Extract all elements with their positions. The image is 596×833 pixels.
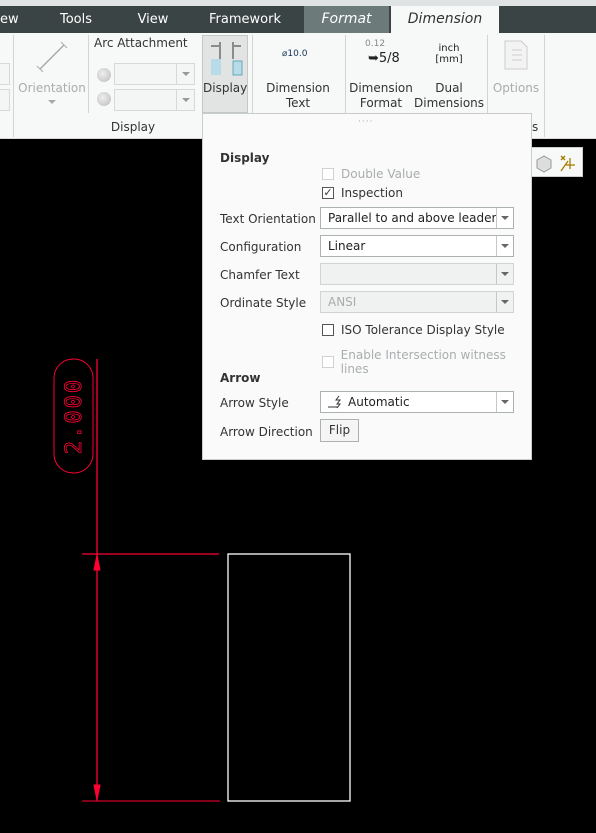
tab-review[interactable]: ew bbox=[0, 6, 19, 33]
dimension-format-icon: 0.12 bbox=[365, 39, 386, 49]
ribbon-tab-bar: ew Tools View Framework Format Dimension bbox=[0, 6, 596, 33]
tab-view[interactable]: View bbox=[128, 6, 178, 33]
fraction-icon: ➥5/8 bbox=[368, 51, 400, 66]
intersection-witness-checkbox[interactable]: Enable Intersection witness lines bbox=[322, 348, 531, 376]
text-orientation-label: Text Orientation bbox=[220, 212, 316, 226]
display-options-panel: ···· Display Double Value ✓ Inspection Te… bbox=[202, 113, 532, 460]
dual-dimensions-button[interactable]: Dual Dimensions bbox=[414, 81, 484, 111]
group-label-partial: s bbox=[532, 120, 539, 134]
dimension-value[interactable]: 2.000 bbox=[62, 377, 88, 454]
arrow-style-select[interactable]: Automatic bbox=[320, 391, 514, 413]
double-value-checkbox[interactable]: Double Value bbox=[322, 167, 420, 181]
chamfer-text-label: Chamfer Text bbox=[220, 268, 300, 282]
arc-radio-1[interactable] bbox=[97, 68, 111, 82]
arrow-head-bottom bbox=[93, 784, 101, 801]
tab-dimension[interactable]: Dimension bbox=[391, 6, 499, 33]
arc-combo-1[interactable] bbox=[114, 63, 195, 85]
panel-grip[interactable]: ···· bbox=[358, 117, 373, 127]
tab-format[interactable]: Format bbox=[304, 6, 389, 33]
arrow-style-label: Arrow Style bbox=[220, 396, 289, 410]
flip-button[interactable]: Flip bbox=[320, 419, 359, 442]
left-combo-2[interactable] bbox=[0, 89, 10, 111]
dimension-format-button[interactable]: Dimension Format bbox=[348, 81, 414, 111]
display-button-label: Display bbox=[203, 81, 248, 95]
display-heading: Display bbox=[220, 151, 270, 165]
orientation-button[interactable]: Orientation bbox=[18, 81, 86, 96]
display-icon bbox=[211, 42, 243, 76]
display-group-label: Display bbox=[110, 120, 156, 134]
options-icon bbox=[504, 40, 528, 70]
text-orientation-select[interactable]: Parallel to and above leader bbox=[320, 207, 514, 229]
ordinate-style-select[interactable]: ANSI bbox=[320, 291, 514, 313]
arrow-direction-label: Arrow Direction bbox=[220, 425, 313, 439]
check-icon: ✓ bbox=[322, 186, 334, 199]
arrow-head-top bbox=[93, 554, 101, 571]
dimension-text-button[interactable]: Dimension Text bbox=[262, 81, 334, 111]
arc-combo-2[interactable] bbox=[114, 89, 195, 111]
options-button[interactable]: Options bbox=[490, 81, 542, 96]
left-combo-1[interactable] bbox=[0, 63, 10, 85]
orientation-icon bbox=[36, 41, 68, 73]
display-button[interactable]: Display bbox=[202, 35, 248, 113]
arc-radio-2[interactable] bbox=[97, 92, 111, 106]
dual-dimensions-icon: inch [mm] bbox=[435, 43, 463, 65]
configuration-select[interactable]: Linear bbox=[320, 235, 514, 257]
tab-framework[interactable]: Framework bbox=[205, 6, 285, 33]
configuration-label: Configuration bbox=[220, 240, 302, 254]
arrow-heading: Arrow bbox=[220, 371, 261, 385]
arrow-style-icon bbox=[328, 395, 341, 409]
chevron-down-icon bbox=[48, 100, 56, 104]
chamfer-text-select[interactable] bbox=[320, 263, 514, 285]
inspection-checkbox[interactable]: ✓ Inspection bbox=[322, 186, 403, 200]
part-rectangle[interactable] bbox=[227, 553, 351, 802]
arc-attachment-label: Arc Attachment bbox=[94, 36, 188, 50]
ordinate-style-label: Ordinate Style bbox=[220, 296, 307, 310]
tab-tools[interactable]: Tools bbox=[50, 6, 102, 33]
iso-tolerance-checkbox[interactable]: ISO Tolerance Display Style bbox=[322, 323, 505, 337]
dimension-text-icon: ⌀10.0 bbox=[282, 49, 308, 59]
